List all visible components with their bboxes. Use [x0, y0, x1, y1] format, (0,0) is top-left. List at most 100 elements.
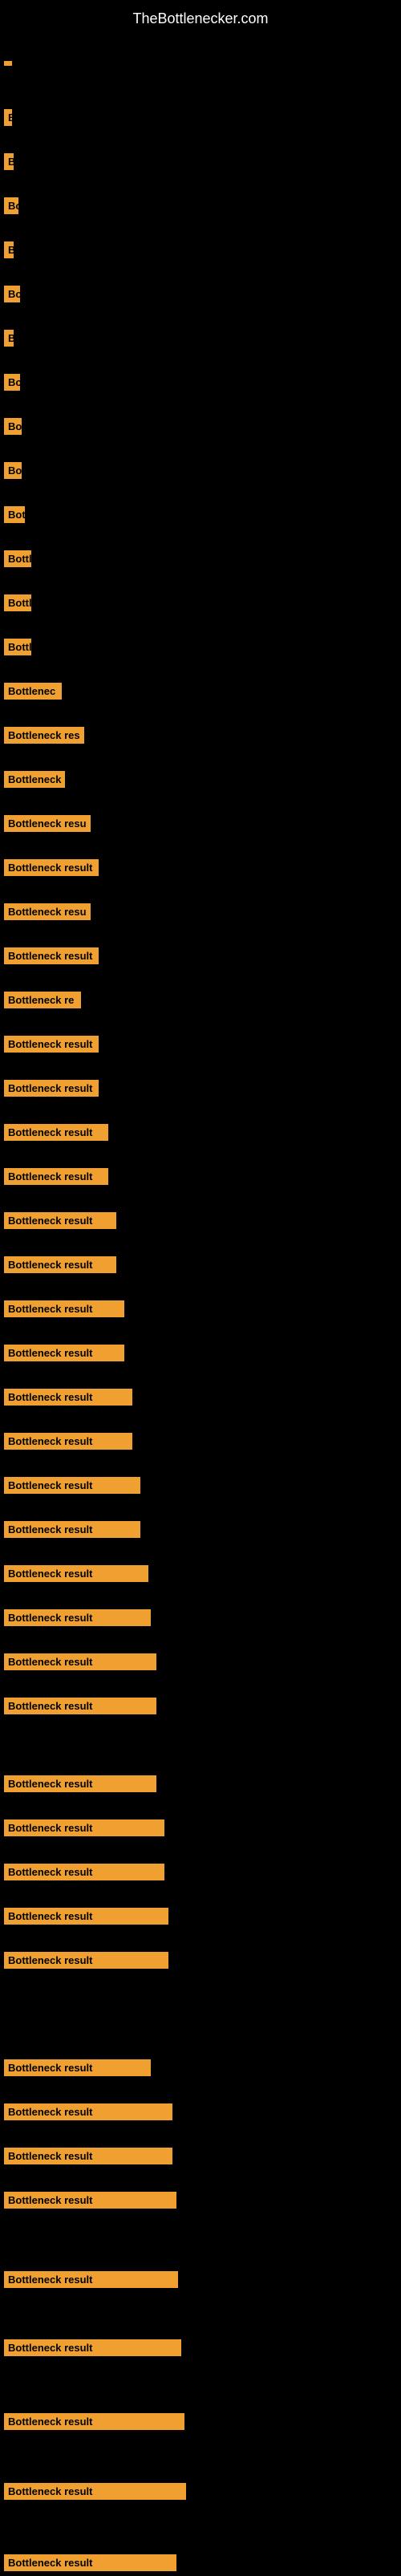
list-item: Bottleneck result: [0, 2055, 151, 2081]
list-item: Bottleneck result: [0, 1903, 168, 1929]
bottleneck-result-label: Bottleneck result: [4, 2554, 176, 2571]
list-item: Bottleneck resu: [0, 899, 91, 925]
list-item: Bottleneck result: [0, 1472, 140, 1499]
list-item: Bottleneck: [0, 766, 65, 793]
list-item: Bottleneck result: [0, 1516, 140, 1543]
list-item: Bottleneck result: [0, 1947, 168, 1974]
list-item: Bo: [0, 193, 18, 219]
list-item: Bottleneck result: [0, 854, 99, 881]
list-item: Bottleneck result: [0, 1649, 156, 1675]
list-item: Bottl: [0, 590, 31, 616]
bottleneck-result-label: Bottleneck result: [4, 1124, 108, 1141]
bottleneck-result-label: Bottl: [4, 550, 31, 567]
bottleneck-result-label: Bottleneck result: [4, 2148, 172, 2164]
list-item: Bottleneck result: [0, 1075, 99, 1101]
bottleneck-result-label: Bottleneck resu: [4, 903, 91, 920]
list-item: Bo: [0, 413, 22, 440]
bottleneck-result-label: Bo: [4, 462, 22, 479]
list-item: B: [0, 104, 12, 131]
bottleneck-result-label: B: [4, 153, 14, 170]
list-item: Bottleneck result: [0, 1428, 132, 1454]
list-item: Bo: [0, 281, 20, 307]
list-item: Bottleneck re: [0, 987, 81, 1013]
bottleneck-result-label: B: [4, 109, 12, 126]
bottleneck-result-label: Bottleneck result: [4, 1080, 99, 1097]
bottleneck-result-label: Bo: [4, 374, 20, 391]
list-item: Bottleneck result: [0, 1859, 164, 1885]
list-item: Bottleneck result: [0, 2408, 184, 2435]
bottleneck-result-label: Bottleneck result: [4, 1609, 151, 1626]
list-item: Bottleneck result: [0, 2335, 181, 2361]
list-item: Bottl: [0, 546, 31, 572]
bottleneck-result-label: Bottleneck result: [4, 1477, 140, 1494]
bottleneck-result-label: Bottleneck result: [4, 1212, 116, 1229]
list-item: Bottleneck result: [0, 2550, 176, 2576]
list-item: [0, 56, 12, 71]
list-item: Bottleneck result: [0, 1031, 99, 1057]
list-item: Bottleneck result: [0, 1693, 156, 1719]
list-item: Bottleneck res: [0, 722, 84, 748]
bottleneck-result-label: Bottleneck result: [4, 1168, 108, 1185]
bottleneck-result-label: Bottleneck result: [4, 1521, 140, 1538]
bottleneck-result-label: Bottleneck result: [4, 2192, 176, 2209]
bottleneck-result-label: B: [4, 241, 14, 258]
bottleneck-result-label: Bottleneck result: [4, 1389, 132, 1406]
list-item: Bottleneck result: [0, 1815, 164, 1841]
bottleneck-result-label: Bottleneck result: [4, 1345, 124, 1361]
list-item: Bottl: [0, 634, 31, 660]
list-item: Bottleneck resu: [0, 810, 91, 837]
bottleneck-result-label: Bottleneck re: [4, 992, 81, 1008]
list-item: Bottleneck result: [0, 1296, 124, 1322]
site-title: TheBottlenecker.com: [0, 4, 401, 34]
bottleneck-result-label: Bottleneck result: [4, 947, 99, 964]
list-item: Bottleneck result: [0, 2478, 186, 2505]
bottleneck-result-label: B: [4, 330, 14, 347]
bottleneck-result-label: Bottleneck result: [4, 2413, 184, 2430]
list-item: Bottleneck result: [0, 1560, 148, 1587]
list-item: Bottleneck result: [0, 2187, 176, 2213]
bottleneck-result-label: Bottleneck result: [4, 1256, 116, 1273]
list-item: Bottleneck result: [0, 1163, 108, 1190]
list-item: Bottleneck result: [0, 943, 99, 969]
list-item: Bottleneck result: [0, 1771, 156, 1797]
bottleneck-result-label: Bottleneck resu: [4, 815, 91, 832]
bottleneck-result-label: Bot: [4, 506, 25, 523]
bottleneck-result-label: Bottleneck result: [4, 1908, 168, 1925]
list-item: Bottleneck result: [0, 1384, 132, 1410]
list-item: Bo: [0, 457, 22, 484]
bottleneck-result-label: Bottleneck result: [4, 2339, 181, 2356]
bottleneck-result-label: Bo: [4, 197, 18, 214]
bottleneck-result-label: Bo: [4, 286, 20, 302]
bottleneck-result-label: Bottleneck result: [4, 1300, 124, 1317]
bottleneck-result-label: Bottleneck result: [4, 1952, 168, 1969]
bottleneck-result-label: Bottleneck: [4, 771, 65, 788]
bottleneck-result-label: Bottleneck result: [4, 1036, 99, 1053]
bottleneck-result-label: Bottleneck result: [4, 2483, 186, 2500]
list-item: B: [0, 148, 14, 175]
bottleneck-result-label: Bottleneck result: [4, 1653, 156, 1670]
bottleneck-result-label: Bottleneck result: [4, 1819, 164, 1836]
bottleneck-result-label: Bottl: [4, 594, 31, 611]
bottleneck-result-label: Bottleneck result: [4, 2059, 151, 2076]
list-item: B: [0, 325, 14, 351]
list-item: Bottleneck result: [0, 2143, 172, 2169]
list-item: Bo: [0, 369, 20, 396]
bottleneck-result-label: Bottleneck result: [4, 1433, 132, 1450]
list-item: Bottleneck result: [0, 1207, 116, 1234]
bottleneck-result-label: Bottleneck res: [4, 727, 84, 744]
bottleneck-result-label: Bottleneck result: [4, 2103, 172, 2120]
bottleneck-result-label: Bottleneck result: [4, 859, 99, 876]
list-item: Bottleneck result: [0, 1119, 108, 1146]
bottleneck-result-label: Bottlenec: [4, 683, 62, 700]
bottleneck-result-label: Bottleneck result: [4, 1775, 156, 1792]
list-item: Bottlenec: [0, 678, 62, 704]
list-item: Bottleneck result: [0, 2099, 172, 2125]
list-item: Bottleneck result: [0, 1604, 151, 1631]
list-item: Bottleneck result: [0, 2266, 178, 2293]
list-item: B: [0, 237, 14, 263]
bottleneck-result-label: Bottleneck result: [4, 1698, 156, 1714]
bottleneck-result-label: [4, 61, 12, 66]
list-item: Bottleneck result: [0, 1340, 124, 1366]
list-item: Bot: [0, 501, 25, 528]
list-item: Bottleneck result: [0, 1251, 116, 1278]
